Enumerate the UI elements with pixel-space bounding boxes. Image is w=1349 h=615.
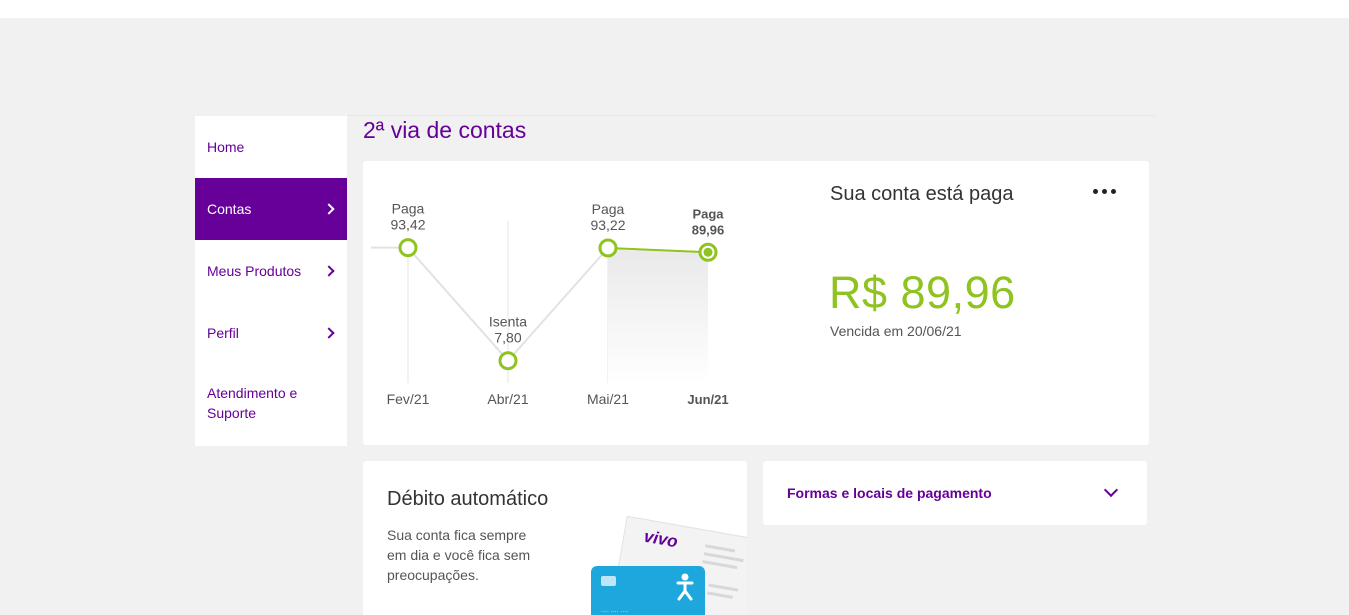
chart-series-line <box>507 247 609 362</box>
bill-history-chart: Paga93,42Fev/21Isenta7,80Abr/21Paga93,22… <box>371 201 729 407</box>
chart-selected-area <box>608 247 708 383</box>
chevron-right-icon <box>323 327 335 339</box>
sidebar-item-perfil[interactable]: Perfil <box>195 302 347 364</box>
sidebar-item-atendimento[interactable]: Atendimento e Suporte <box>195 364 347 446</box>
chart-point-value-label: 93,22 <box>590 217 625 233</box>
chart-point-status-label: Isenta <box>489 314 527 330</box>
chart-data-point <box>598 238 618 258</box>
bill-amount: R$ 89,96 <box>829 267 1016 318</box>
chart-x-tick-label: Abr/21 <box>487 391 528 407</box>
sidebar-item-label: Atendimento e Suporte <box>207 385 298 421</box>
payment-methods-accordion[interactable]: Formas e locais de pagamento <box>763 461 1147 525</box>
chart-data-point <box>498 351 518 371</box>
page-title: 2ª via de contas <box>363 117 527 143</box>
sidebar-item-contas[interactable]: Contas <box>195 178 347 240</box>
bill-and-card-illustration: vivo .... .... .... <box>591 516 747 615</box>
top-bar <box>0 0 1349 18</box>
chart-point-value-label: 89,96 <box>692 222 725 237</box>
sidebar-item-label: Home <box>207 139 245 155</box>
chart-x-tick-label: Fev/21 <box>387 391 430 407</box>
auto-debit-description: Sua conta fica sempre em dia e você fica… <box>387 527 531 583</box>
chart-point-value-label: 7,80 <box>494 330 521 346</box>
more-horizontal-icon[interactable] <box>1093 189 1125 197</box>
chevron-right-icon <box>323 265 335 277</box>
chart-series-line <box>407 247 509 362</box>
sidebar-item-label: Meus Produtos <box>207 263 302 279</box>
chevron-down-icon[interactable] <box>1103 482 1119 498</box>
payment-methods-title: Formas e locais de pagamento <box>787 485 992 501</box>
chart-data-point <box>398 238 418 258</box>
header-divider <box>347 115 1155 116</box>
bill-status-title: Sua conta está paga <box>830 183 1014 205</box>
sidebar-item-label: Contas <box>207 201 252 217</box>
sidebar: Home Contas Meus Produtos Perfil Atendim… <box>195 116 347 446</box>
auto-debit-title: Débito automático <box>387 488 549 510</box>
sidebar-item-home[interactable]: Home <box>195 116 347 178</box>
chart-point-status-label: Paga <box>592 201 625 217</box>
bill-summary-card: Paga 93,42 Fev/21 Isenta 7,80 Abr/21 Paga 93,22… <box>363 161 1149 445</box>
chart-x-tick-label: Mai/21 <box>587 391 629 407</box>
chevron-right-icon <box>323 203 335 215</box>
auto-debit-card[interactable]: Débito automático Sua conta fica sempre … <box>363 461 747 615</box>
svg-text:.... .... ....: .... .... .... <box>601 607 628 614</box>
chart-point-status-label: Paga <box>692 206 724 221</box>
bill-due-date: Vencida em 20/06/21 <box>830 323 962 339</box>
chart-x-tick-label: Jun/21 <box>687 392 728 407</box>
sidebar-item-meus-produtos[interactable]: Meus Produtos <box>195 240 347 302</box>
sidebar-item-label: Perfil <box>207 325 239 341</box>
chart-point-value-label: 93,42 <box>390 217 425 233</box>
chart-data-point-selected <box>703 247 713 257</box>
chart-point-status-label: Paga <box>392 201 425 217</box>
